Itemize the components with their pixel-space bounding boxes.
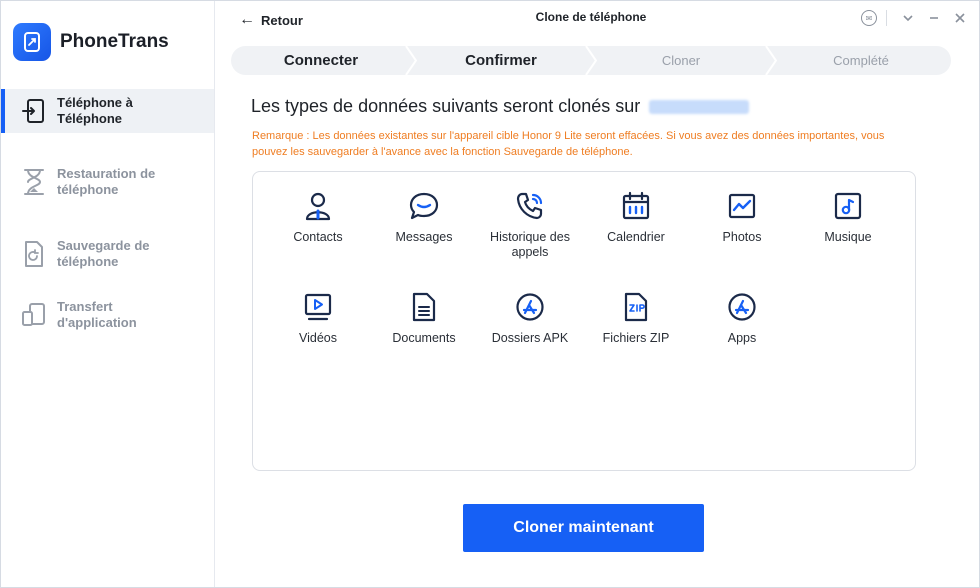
window-controls: ✉ <box>854 7 971 29</box>
sidebar-item-phone-to-phone[interactable]: Téléphone à Téléphone <box>1 89 214 133</box>
videos-icon <box>302 291 334 323</box>
sidebar: PhoneTrans Téléphone à Téléphone Restaur… <box>1 1 215 587</box>
data-type-apps[interactable]: Apps <box>689 291 795 392</box>
sidebar-item-label: Téléphone à Téléphone <box>57 95 133 126</box>
step-label: Connecter <box>283 52 359 69</box>
divider <box>886 10 887 26</box>
data-type-label: Messages <box>395 230 453 244</box>
sidebar-nav: Téléphone à Téléphone Restauration de té… <box>1 89 214 337</box>
messages-icon <box>408 190 440 222</box>
data-type-messages[interactable]: Messages <box>371 190 477 291</box>
music-icon <box>832 190 864 222</box>
data-type-music[interactable]: Musique <box>795 190 901 291</box>
step-label: Complété <box>833 53 889 68</box>
phone-transfer-icon <box>21 96 47 126</box>
data-type-label: Historique des appels <box>490 230 570 259</box>
contacts-icon <box>302 190 334 222</box>
data-type-label: Musique <box>824 230 872 244</box>
app-transfer-icon <box>21 300 47 330</box>
redacted-device-name <box>649 100 750 115</box>
chevron-down-icon <box>903 15 913 22</box>
brand: PhoneTrans <box>13 22 169 62</box>
mail-icon: ✉ <box>861 10 877 26</box>
zip-icon <box>620 291 652 323</box>
close-button[interactable] <box>949 7 971 29</box>
data-type-label: Fichiers ZIP <box>602 331 670 345</box>
step-confirm: Confirmer <box>411 46 597 75</box>
documents-icon <box>408 291 440 323</box>
data-type-label: Dossiers APK <box>491 331 569 345</box>
sidebar-item-label: Sauvegarde de téléphone <box>57 238 150 269</box>
close-icon <box>955 13 965 23</box>
data-type-label: Photos <box>722 230 762 244</box>
hourglass-icon <box>21 167 47 197</box>
back-label: Retour <box>261 12 303 28</box>
data-type-photos[interactable]: Photos <box>689 190 795 291</box>
data-type-label: Documents <box>392 331 456 345</box>
step-label: Confirmer <box>465 52 537 69</box>
app-name: PhoneTrans <box>60 31 169 52</box>
app-window: PhoneTrans Téléphone à Téléphone Restaur… <box>0 0 980 588</box>
data-type-label: Vidéos <box>299 331 337 345</box>
progress-stepper: Connecter Confirmer Cloner Complété <box>231 46 951 75</box>
sidebar-item-app-transfer[interactable]: Transfert d'application <box>1 293 214 337</box>
back-button[interactable]: ← Retour <box>239 10 303 30</box>
call-history-icon <box>514 190 546 222</box>
step-complete: Complété <box>771 46 951 75</box>
clone-now-button[interactable]: Cloner maintenant <box>463 504 704 552</box>
window-title: Clone de téléphone <box>535 10 647 24</box>
data-type-label: Apps <box>727 331 757 345</box>
sidebar-item-label: Restauration de téléphone <box>57 166 156 197</box>
photos-icon <box>726 190 758 222</box>
minimize-button[interactable] <box>923 7 945 29</box>
warning-note: Remarque : Les données existantes sur l'… <box>252 130 885 158</box>
arrow-left-icon: ← <box>239 11 255 28</box>
step-label: Cloner <box>661 53 701 68</box>
sidebar-item-restore[interactable]: Restauration de téléphone <box>1 153 214 211</box>
feedback-button[interactable]: ✉ <box>858 7 880 29</box>
data-type-calendar[interactable]: Calendrier <box>583 190 689 291</box>
data-type-label: Calendrier <box>607 230 665 244</box>
data-type-zip[interactable]: Fichiers ZIP <box>583 291 689 392</box>
page-heading: Les types de données suivants seront clo… <box>251 96 750 117</box>
data-type-contacts[interactable]: Contacts <box>265 190 371 291</box>
heading-text: Les types de données suivants seront clo… <box>251 96 641 116</box>
apps-icon <box>726 291 758 323</box>
data-type-documents[interactable]: Documents <box>371 291 477 392</box>
data-type-label: Contacts <box>293 230 343 244</box>
data-types-grid: Contacts Messages Historique des appels … <box>265 190 901 392</box>
data-types-panel: Contacts Messages Historique des appels … <box>252 171 916 471</box>
data-type-call-history[interactable]: Historique des appels <box>477 190 583 291</box>
minimize-icon <box>930 17 938 19</box>
calendar-icon <box>620 190 652 222</box>
phonetrans-logo-icon <box>13 23 51 61</box>
data-type-videos[interactable]: Vidéos <box>265 291 371 392</box>
sidebar-item-backup[interactable]: Sauvegarde de téléphone <box>1 225 214 283</box>
step-clone: Cloner <box>591 46 777 75</box>
data-type-apk[interactable]: Dossiers APK <box>477 291 583 392</box>
menu-button[interactable] <box>897 7 919 29</box>
sidebar-item-label: Transfert d'application <box>57 299 137 330</box>
step-connect: Connecter <box>231 46 417 75</box>
apk-icon <box>514 291 546 323</box>
backup-icon <box>21 239 47 269</box>
